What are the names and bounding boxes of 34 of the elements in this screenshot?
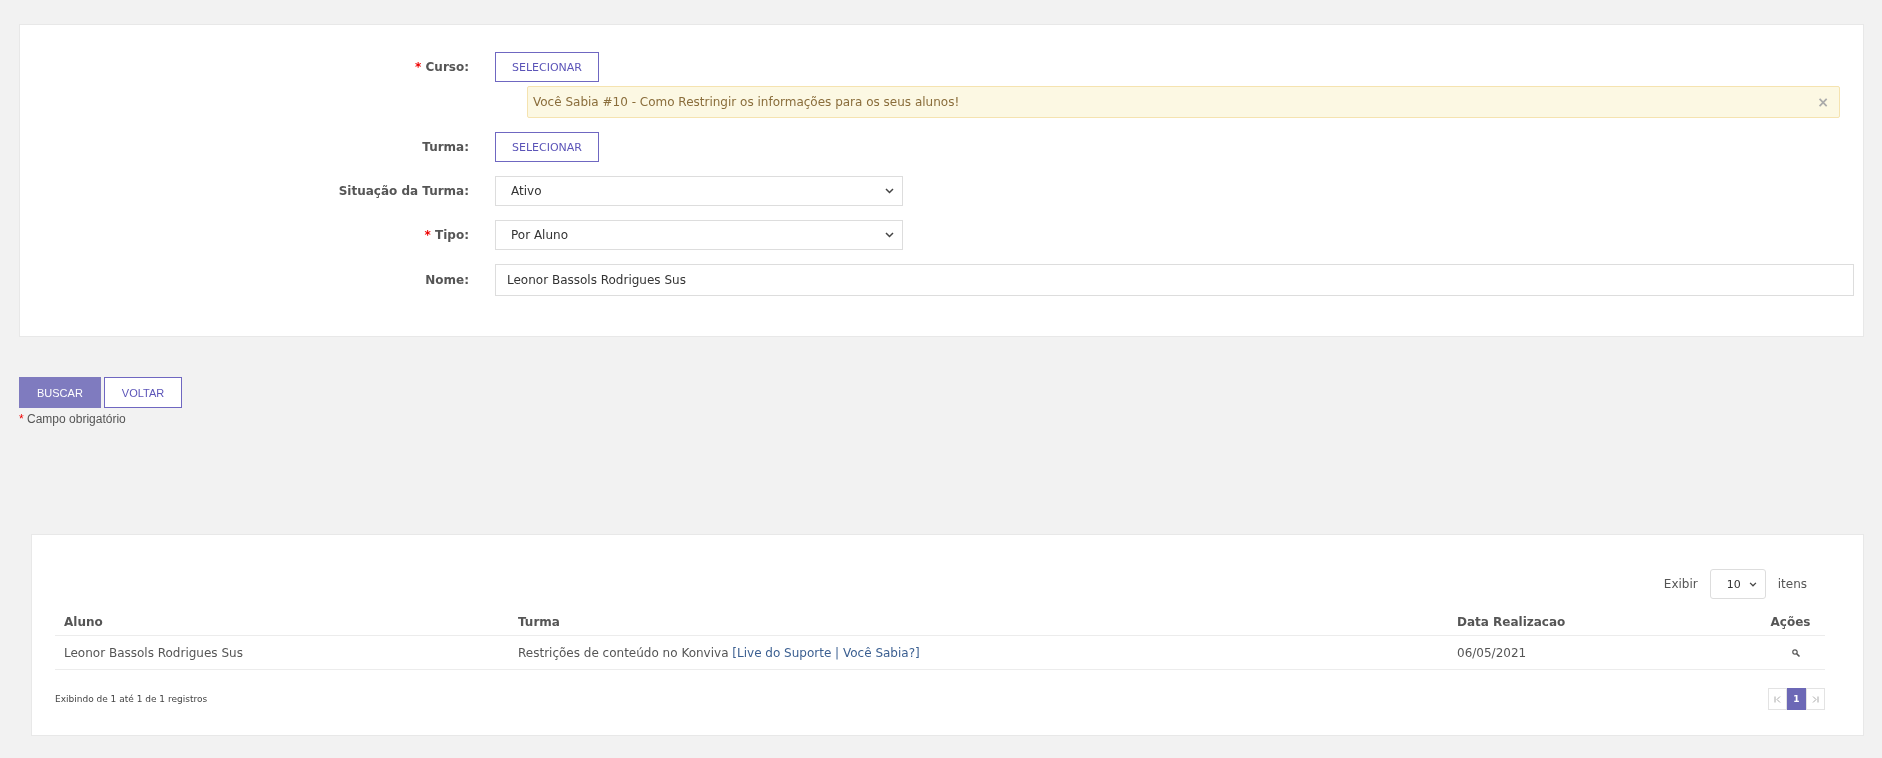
- required-mark: *: [19, 412, 24, 426]
- field-label: Situação da Turma:: [338, 184, 469, 198]
- table-cell: 06/05/2021: [1457, 645, 1527, 660]
- required-note: Campo obrigatório: [27, 412, 126, 426]
- back-button[interactable]: VOLTAR: [103, 377, 183, 408]
- search-icon[interactable]: [1792, 648, 1800, 657]
- table-cell: Leonor Bassols Rodrigues Sus: [64, 645, 243, 660]
- page-size-label: itens: [1777, 577, 1807, 591]
- column-header: Ações: [1770, 615, 1811, 629]
- dropdown[interactable]: Por Aluno: [495, 220, 903, 250]
- field-label: Nome:: [425, 273, 469, 287]
- search-button[interactable]: BUSCAR: [19, 377, 101, 408]
- first-page-icon: [1774, 695, 1781, 703]
- field-label: * Tipo:: [424, 228, 469, 242]
- field-label: * Curso:: [415, 60, 469, 74]
- chevron-down-icon: [885, 232, 894, 238]
- chevron-down-icon: [1748, 581, 1757, 587]
- column-header: Aluno: [64, 615, 103, 629]
- last-page-icon: [1812, 695, 1819, 703]
- input-field[interactable]: Leonor Bassols Rodrigues Sus: [495, 264, 1854, 296]
- page-size-dropdown[interactable]: 10: [1709, 569, 1766, 599]
- select-button[interactable]: SELECIONAR: [495, 52, 599, 82]
- table-cell: Restrições de conteúdo no Konviva: [518, 645, 729, 660]
- class-link[interactable]: [Live do Suporte | Você Sabia?]: [732, 645, 920, 660]
- page-button[interactable]: 1: [1787, 688, 1806, 710]
- page-size-label: Exibir: [1663, 577, 1698, 591]
- select-button[interactable]: SELECIONAR: [495, 132, 599, 162]
- column-header: Data Realizacao: [1457, 615, 1566, 629]
- column-header: Turma: [518, 615, 560, 629]
- alert-text: Você Sabia #10 - Como Restringir os informações para os seus alunos!: [533, 95, 960, 109]
- dropdown[interactable]: Ativo: [495, 176, 903, 206]
- chevron-down-icon: [885, 188, 894, 194]
- field-label: Turma:: [422, 140, 469, 154]
- records-summary: Exibindo de 1 até 1 de 1 registros: [55, 694, 208, 704]
